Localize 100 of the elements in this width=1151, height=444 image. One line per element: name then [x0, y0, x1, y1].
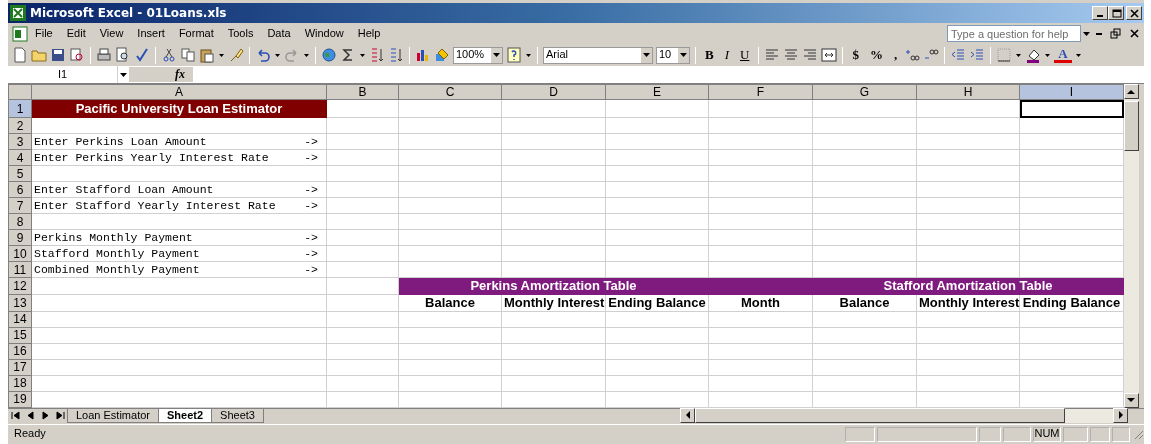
status-pane — [1063, 426, 1088, 442]
menu-item[interactable]: Format — [171, 26, 221, 41]
dropdown-arrow-icon — [1083, 29, 1090, 38]
help-icon[interactable] — [506, 47, 522, 63]
cell-label: Combined Monthly Payment — [34, 263, 200, 277]
zoom-dropdown[interactable]: 100% — [453, 46, 503, 64]
print-preview-icon[interactable] — [115, 47, 131, 63]
paste-icon[interactable] — [199, 47, 215, 63]
column-header[interactable]: A — [31, 84, 327, 100]
column-title-cell: Monthly Interest — [501, 294, 606, 312]
status-pane — [1003, 426, 1031, 442]
font-size-dropdown[interactable]: 10 — [656, 46, 690, 64]
dropdown-arrow-icon — [493, 51, 500, 59]
format-italic-button[interactable]: I — [720, 47, 733, 63]
menu-item[interactable]: Window — [297, 26, 351, 41]
menu-item[interactable]: Help — [350, 26, 388, 41]
sheet-tab[interactable]: Loan Estimator — [67, 408, 159, 423]
comma-style-button[interactable]: , — [889, 47, 902, 63]
column-header[interactable]: H — [916, 84, 1020, 100]
format-painter-icon[interactable] — [228, 47, 244, 63]
window-title: Microsoft Excel - 01Loans.xls — [30, 5, 227, 21]
spelling-icon[interactable] — [134, 47, 150, 63]
menu-item[interactable]: Tools — [220, 26, 261, 41]
format-underline-button[interactable]: U — [736, 47, 754, 63]
column-header[interactable]: C — [398, 84, 502, 100]
column-header[interactable]: D — [501, 84, 606, 100]
next-sheet-icon[interactable] — [41, 410, 50, 422]
column-header[interactable]: F — [708, 84, 813, 100]
scroll-thumb[interactable] — [1124, 101, 1139, 151]
scroll-down-icon[interactable] — [1127, 397, 1136, 404]
save-icon[interactable] — [50, 47, 66, 63]
num-lock-indicator: NUM — [1033, 426, 1061, 442]
font-dropdown[interactable]: Arial — [543, 46, 653, 64]
menu-item[interactable]: File — [28, 26, 60, 41]
cell-label: Enter Stafford Yearly Interest Rate — [34, 199, 276, 213]
increase-decimal-icon[interactable] — [904, 47, 921, 63]
column-title-cell: Ending Balance — [605, 294, 709, 312]
column-title-cell: Month — [708, 294, 813, 312]
sheet-tab[interactable]: Sheet3 — [211, 408, 264, 423]
active-cell[interactable] — [1019, 99, 1124, 118]
excel-logo-icon — [10, 5, 26, 21]
font-color-button[interactable]: A — [1054, 47, 1072, 63]
insert-function-button[interactable]: fx — [129, 67, 193, 82]
sort-descending-icon[interactable] — [388, 47, 404, 63]
scroll-up-icon[interactable] — [1127, 88, 1136, 95]
menu-item[interactable]: Data — [260, 26, 298, 41]
percent-button[interactable]: % — [865, 47, 887, 63]
document-icon[interactable] — [12, 47, 28, 63]
sheet-tab[interactable]: Sheet2 — [158, 408, 213, 423]
dropdown-arrow-icon — [680, 51, 687, 59]
window-minimize-button[interactable] — [1092, 6, 1108, 20]
arrow-text: -> — [304, 135, 319, 149]
column-title-cell: Ending Balance — [1019, 294, 1124, 312]
minimize-icon[interactable] — [1096, 32, 1102, 35]
align-left-icon[interactable] — [764, 47, 781, 63]
help-search-field[interactable]: Type a question for help — [947, 25, 1081, 42]
status-pane — [1090, 426, 1110, 442]
dropdown-arrow-icon — [643, 51, 650, 59]
format-bold-button[interactable]: B — [701, 47, 718, 63]
chart-icon[interactable] — [415, 47, 431, 63]
scroll-thumb[interactable] — [695, 408, 1065, 424]
arrow-text: -> — [304, 183, 319, 197]
arrow-text: -> — [304, 247, 319, 261]
globe-icon[interactable] — [321, 47, 337, 63]
column-header[interactable]: G — [812, 84, 917, 100]
search-document-icon[interactable] — [69, 47, 85, 63]
fill-color-icon[interactable] — [1025, 47, 1042, 63]
drawing-icon[interactable] — [434, 47, 450, 63]
vertical-scrollbar[interactable] — [1124, 84, 1139, 408]
scroll-left-icon[interactable] — [684, 411, 691, 421]
previous-sheet-icon[interactable] — [26, 410, 35, 422]
scroll-right-icon[interactable] — [1117, 411, 1124, 421]
status-pane — [979, 426, 1001, 442]
horizontal-scrollbar[interactable] — [680, 408, 1128, 423]
first-sheet-icon[interactable] — [11, 410, 20, 422]
undo-icon[interactable] — [255, 47, 271, 63]
menu-item[interactable]: View — [92, 26, 131, 41]
column-header[interactable]: I — [1019, 84, 1124, 100]
merge-center-icon[interactable] — [821, 47, 838, 63]
arrow-text: -> — [304, 231, 319, 245]
minimize-icon — [1097, 15, 1103, 17]
window-maximize-button[interactable] — [1108, 6, 1124, 20]
copy-icon[interactable] — [180, 47, 196, 63]
column-header[interactable]: B — [326, 84, 399, 100]
status-text: Ready — [14, 427, 46, 441]
last-sheet-icon[interactable] — [56, 410, 65, 422]
align-center-icon[interactable] — [783, 47, 800, 63]
close-icon[interactable] — [1129, 28, 1140, 39]
resize-grip-icon[interactable] — [1132, 428, 1144, 441]
cut-icon[interactable] — [161, 47, 177, 63]
print-icon[interactable] — [96, 47, 112, 63]
select-all-corner[interactable] — [8, 84, 32, 100]
restore-icon[interactable] — [1110, 28, 1121, 39]
menu-item[interactable]: Edit — [59, 26, 93, 41]
column-header[interactable]: E — [605, 84, 709, 100]
cell-label: Enter Perkins Loan Amount — [34, 135, 207, 149]
menu-item[interactable]: Insert — [130, 26, 172, 41]
workbook-icon[interactable] — [12, 25, 28, 42]
currency-button[interactable]: $ — [848, 47, 863, 63]
window-close-button[interactable] — [1126, 6, 1142, 20]
